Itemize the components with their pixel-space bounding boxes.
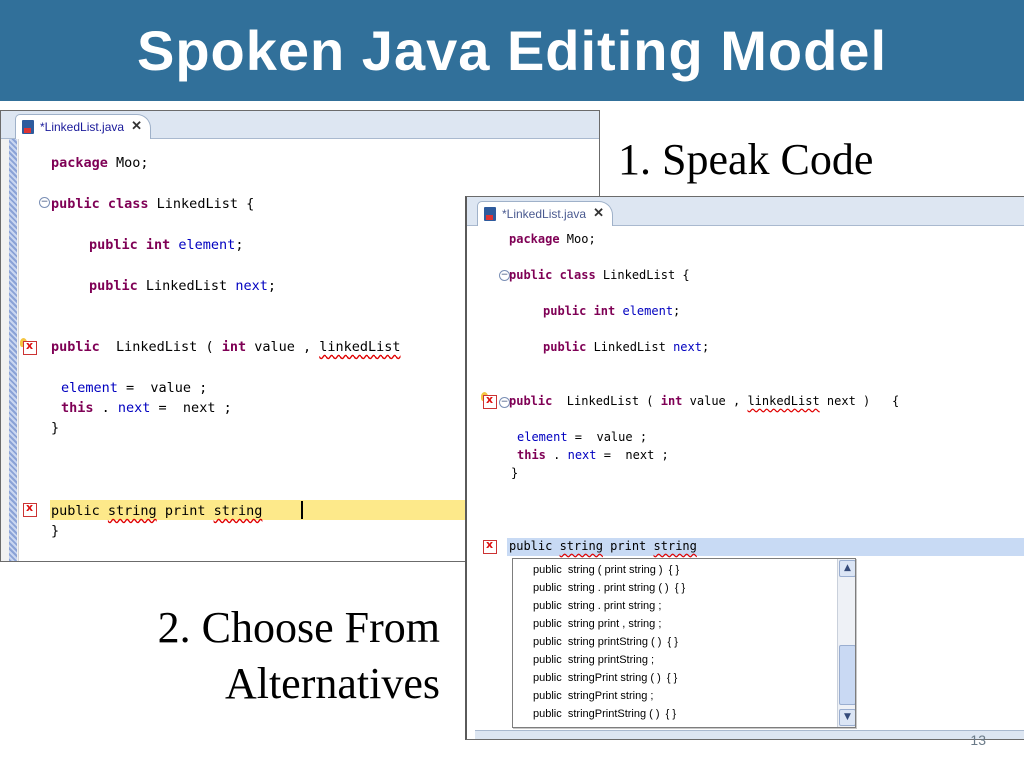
editor-tabstrip: *LinkedList.java ✕ bbox=[467, 197, 1024, 226]
text-caret bbox=[301, 501, 303, 519]
code-line: public class LinkedList { bbox=[509, 268, 690, 282]
scroll-up-icon[interactable]: ▲ bbox=[839, 560, 855, 577]
alternative-item[interactable]: public string print , string ; bbox=[533, 618, 661, 630]
alternative-item[interactable]: public string ( print string ) { } bbox=[533, 564, 679, 576]
alternative-item[interactable]: public string . print string ( ) { } bbox=[533, 582, 685, 594]
java-file-icon bbox=[22, 120, 34, 134]
code-line: element = value ; bbox=[61, 380, 208, 396]
editor-window-alternatives: *LinkedList.java ✕ − − package Moo; publ… bbox=[465, 196, 1024, 740]
code-line: this . next = next ; bbox=[517, 448, 669, 462]
error-icon[interactable] bbox=[23, 339, 37, 355]
title-bar: Spoken Java Editing Model bbox=[0, 0, 1024, 101]
alternative-item[interactable]: public stringPrintString ( ) { } bbox=[533, 708, 676, 720]
alternative-item[interactable]: public string printString ; bbox=[533, 654, 654, 666]
alternative-item[interactable]: public stringPrint string ; bbox=[533, 690, 653, 702]
overview-ruler bbox=[1, 139, 19, 561]
bottom-panel-tabs bbox=[475, 730, 1024, 739]
close-icon[interactable]: ✕ bbox=[593, 205, 604, 221]
error-icon[interactable] bbox=[483, 393, 497, 409]
alternative-item[interactable]: public stringPrint string ( ) { } bbox=[533, 672, 677, 684]
close-icon[interactable]: ✕ bbox=[131, 118, 142, 134]
code-line: } bbox=[511, 466, 519, 480]
code-area[interactable]: package Moo; public class LinkedList { p… bbox=[51, 155, 401, 539]
fold-toggle-icon[interactable]: − bbox=[39, 197, 50, 208]
tab-label: *LinkedList.java bbox=[40, 120, 125, 134]
tab-label: *LinkedList.java bbox=[502, 207, 587, 221]
code-line: public LinkedList next; bbox=[543, 340, 710, 354]
code-line: } bbox=[51, 523, 60, 539]
caption-speak-code: 1. Speak Code bbox=[618, 135, 874, 184]
popup-scrollbar[interactable]: ▲ ▼ bbox=[837, 559, 855, 727]
error-icon[interactable] bbox=[23, 501, 37, 517]
code-line: public class LinkedList { bbox=[51, 196, 255, 212]
code-line: public int element; bbox=[89, 237, 244, 253]
java-file-icon bbox=[484, 207, 496, 221]
page-number: 13 bbox=[970, 732, 986, 748]
code-line: package Moo; bbox=[509, 232, 596, 246]
scroll-down-icon[interactable]: ▼ bbox=[839, 709, 855, 726]
code-line: public LinkedList ( int value , linkedLi… bbox=[51, 339, 401, 355]
code-line: public LinkedList next; bbox=[89, 278, 276, 294]
code-line: } bbox=[51, 420, 60, 436]
slide-title: Spoken Java Editing Model bbox=[136, 19, 888, 82]
alternative-item[interactable]: public string printString ( ) { } bbox=[533, 636, 678, 648]
code-line: element = value ; bbox=[517, 430, 648, 444]
caption-line: Alternatives bbox=[224, 659, 440, 708]
editor-tabstrip: *LinkedList.java ✕ bbox=[1, 111, 599, 139]
caption-line: 2. Choose From bbox=[157, 603, 440, 652]
code-line: public int element; bbox=[543, 304, 681, 318]
alternative-item[interactable]: public string . print string ; bbox=[533, 600, 661, 612]
editor-tab[interactable]: *LinkedList.java ✕ bbox=[477, 201, 614, 226]
scroll-thumb[interactable] bbox=[839, 645, 855, 705]
code-line-current: public string print string bbox=[51, 503, 263, 519]
error-icon[interactable] bbox=[483, 538, 497, 554]
editor-tab[interactable]: *LinkedList.java ✕ bbox=[15, 114, 152, 139]
code-line: public LinkedList ( int value , linkedLi… bbox=[509, 394, 900, 408]
code-line-current: public string print string bbox=[509, 539, 697, 553]
caption-choose-alternatives: 2. Choose From Alternatives bbox=[60, 600, 440, 712]
alternatives-popup[interactable]: public string ( print string ) { } publi… bbox=[512, 558, 856, 728]
code-area[interactable]: package Moo; public class LinkedList { p… bbox=[509, 232, 899, 553]
code-line: this . next = next ; bbox=[61, 400, 232, 416]
code-line: package Moo; bbox=[51, 155, 149, 171]
